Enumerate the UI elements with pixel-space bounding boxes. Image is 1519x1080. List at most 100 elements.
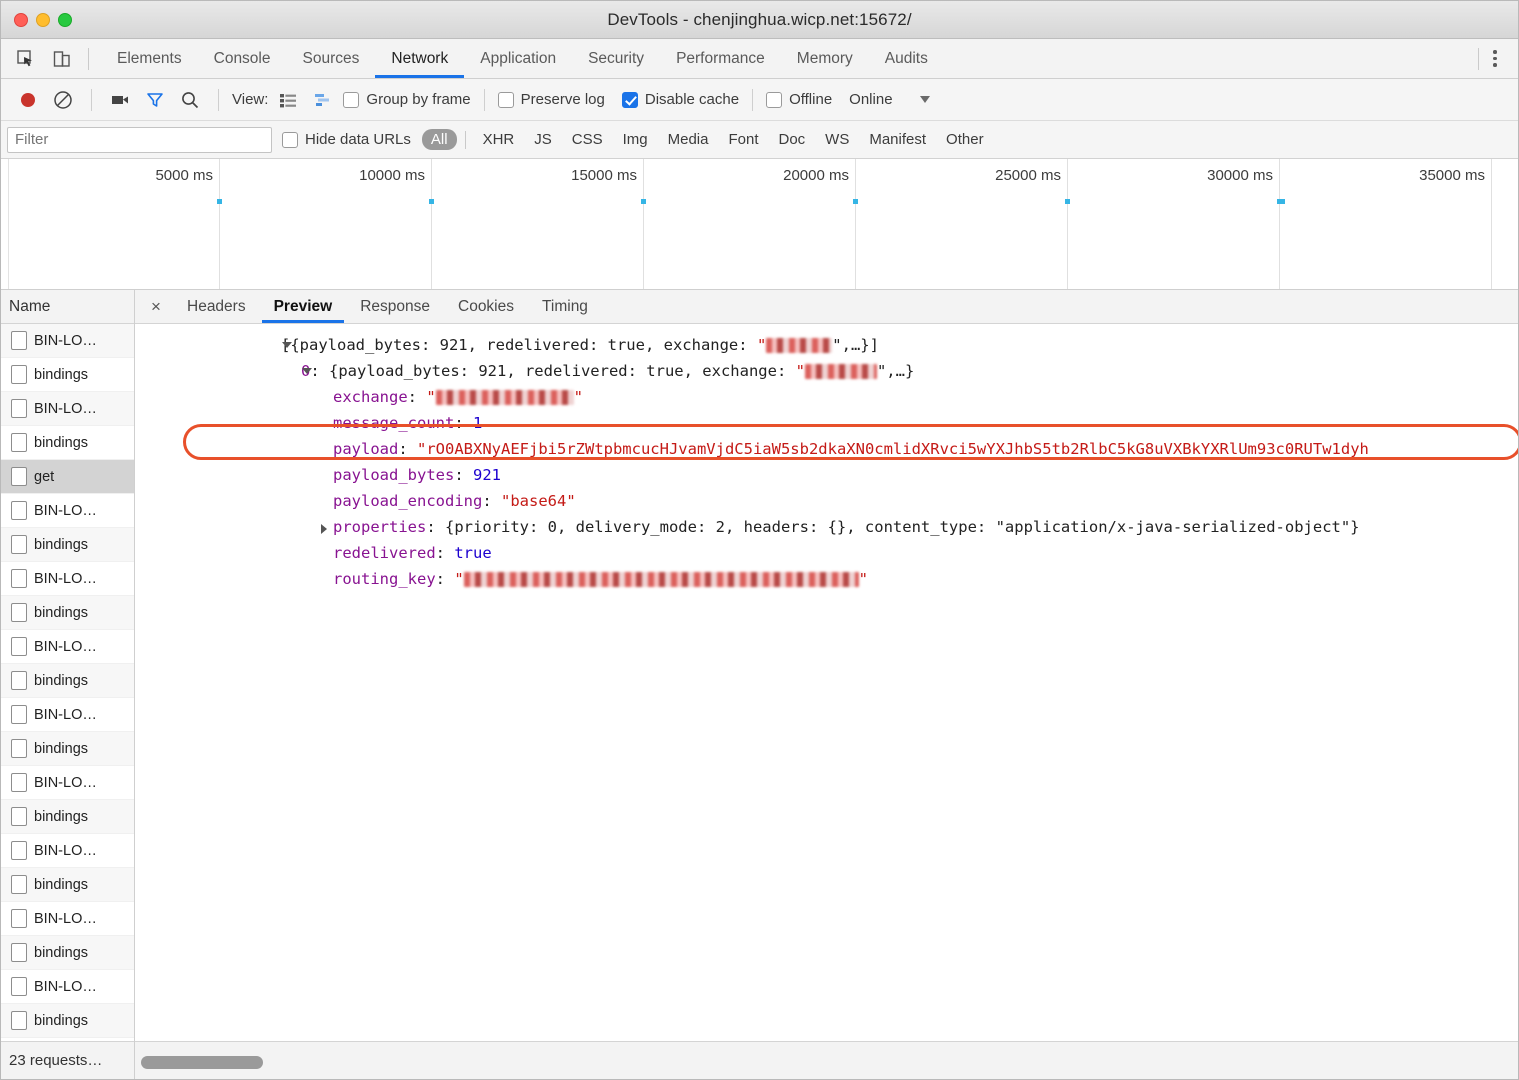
row-checkbox[interactable] bbox=[11, 399, 27, 418]
tab-headers[interactable]: Headers bbox=[173, 290, 260, 323]
json-field-routing-key[interactable]: routing_key: " " bbox=[135, 566, 1518, 592]
type-filter-media[interactable]: Media bbox=[659, 129, 718, 150]
device-toolbar-icon[interactable] bbox=[49, 46, 75, 72]
type-filter-all[interactable]: All bbox=[421, 129, 457, 150]
type-filter-manifest[interactable]: Manifest bbox=[860, 129, 935, 150]
json-root-line[interactable]: [{payload_bytes: 921, redelivered: true,… bbox=[135, 332, 1518, 358]
close-icon[interactable]: × bbox=[139, 290, 173, 323]
record-icon[interactable] bbox=[13, 86, 43, 114]
throttling-value[interactable]: Online bbox=[849, 91, 892, 108]
row-checkbox[interactable] bbox=[11, 977, 27, 996]
group-by-frame-checkbox[interactable]: Group by frame bbox=[343, 91, 471, 108]
json-field-payload[interactable]: payload: "rO0ABXNyAEFjbi5rZWtpbmcucHJvam… bbox=[135, 436, 1518, 462]
row-checkbox[interactable] bbox=[11, 569, 27, 588]
json-field-payload-bytes[interactable]: payload_bytes: 921 bbox=[135, 462, 1518, 488]
kebab-menu-icon[interactable] bbox=[1482, 46, 1508, 72]
list-item[interactable]: BIN-LO… bbox=[1, 562, 134, 596]
tab-application[interactable]: Application bbox=[464, 39, 572, 78]
list-item[interactable]: BIN-LO… bbox=[1, 324, 134, 358]
row-checkbox[interactable] bbox=[11, 943, 27, 962]
checkbox-box[interactable] bbox=[282, 131, 298, 148]
camera-icon[interactable] bbox=[105, 86, 135, 114]
tab-memory[interactable]: Memory bbox=[781, 39, 869, 78]
search-input[interactable] bbox=[7, 126, 272, 153]
horizontal-scrollbar[interactable] bbox=[141, 1056, 263, 1069]
hide-data-urls-checkbox[interactable]: Hide data URLs bbox=[282, 131, 411, 148]
tab-network[interactable]: Network bbox=[375, 39, 465, 78]
list-item[interactable]: bindings bbox=[1, 358, 134, 392]
tab-cookies[interactable]: Cookies bbox=[444, 290, 528, 323]
tab-elements[interactable]: Elements bbox=[101, 39, 198, 78]
row-checkbox[interactable] bbox=[11, 467, 27, 486]
json-child-line[interactable]: 0: {payload_bytes: 921, redelivered: tru… bbox=[135, 358, 1518, 384]
json-field-message-count[interactable]: message_count: 1 bbox=[135, 410, 1518, 436]
json-field-payload-encoding[interactable]: payload_encoding: "base64" bbox=[135, 488, 1518, 514]
requests-list[interactable]: BIN-LO… bindings BIN-LO… bindings get BI… bbox=[1, 324, 134, 1041]
list-item[interactable]: bindings bbox=[1, 426, 134, 460]
list-item[interactable]: BIN-LO… bbox=[1, 834, 134, 868]
list-item[interactable]: BIN-LO… bbox=[1, 902, 134, 936]
chevron-right-icon[interactable] bbox=[321, 524, 327, 534]
json-field-redelivered[interactable]: redelivered: true bbox=[135, 540, 1518, 566]
row-checkbox[interactable] bbox=[11, 1011, 27, 1030]
column-header-name[interactable]: Name bbox=[1, 290, 134, 324]
json-preview-tree[interactable]: [{payload_bytes: 921, redelivered: true,… bbox=[135, 324, 1518, 1041]
row-checkbox[interactable] bbox=[11, 433, 27, 452]
list-item[interactable]: bindings bbox=[1, 596, 134, 630]
row-checkbox[interactable] bbox=[11, 603, 27, 622]
row-checkbox[interactable] bbox=[11, 637, 27, 656]
search-icon[interactable] bbox=[175, 86, 205, 114]
checkbox-box[interactable] bbox=[621, 91, 638, 108]
row-checkbox[interactable] bbox=[11, 671, 27, 690]
row-checkbox[interactable] bbox=[11, 875, 27, 894]
type-filter-img[interactable]: Img bbox=[614, 129, 657, 150]
waterfall-view-icon[interactable] bbox=[308, 86, 338, 114]
overview-timeline[interactable]: 5000 ms 10000 ms 15000 ms 20000 ms 25000… bbox=[9, 159, 1518, 289]
chevron-down-icon[interactable] bbox=[282, 342, 292, 348]
list-item[interactable]: bindings bbox=[1, 800, 134, 834]
type-filter-xhr[interactable]: XHR bbox=[474, 129, 524, 150]
chevron-down-icon[interactable] bbox=[302, 368, 312, 374]
list-item[interactable]: BIN-LO… bbox=[1, 766, 134, 800]
type-filter-js[interactable]: JS bbox=[525, 129, 561, 150]
disable-cache-checkbox[interactable]: Disable cache bbox=[621, 91, 739, 108]
type-filter-ws[interactable]: WS bbox=[816, 129, 858, 150]
tab-console[interactable]: Console bbox=[198, 39, 287, 78]
row-checkbox[interactable] bbox=[11, 841, 27, 860]
row-checkbox[interactable] bbox=[11, 705, 27, 724]
preserve-log-checkbox[interactable]: Preserve log bbox=[497, 91, 605, 108]
list-item[interactable]: bindings bbox=[1, 1004, 134, 1038]
row-checkbox[interactable] bbox=[11, 909, 27, 928]
list-view-icon[interactable] bbox=[273, 86, 303, 114]
list-item[interactable]: bindings bbox=[1, 936, 134, 970]
list-item-get[interactable]: get bbox=[1, 460, 134, 494]
network-overview[interactable]: 5000 ms 10000 ms 15000 ms 20000 ms 25000… bbox=[1, 159, 1518, 290]
list-item[interactable]: BIN-LO… bbox=[1, 392, 134, 426]
type-filter-doc[interactable]: Doc bbox=[769, 129, 814, 150]
tab-performance[interactable]: Performance bbox=[660, 39, 781, 78]
row-checkbox[interactable] bbox=[11, 535, 27, 554]
row-checkbox[interactable] bbox=[11, 807, 27, 826]
list-item[interactable]: bindings bbox=[1, 868, 134, 902]
clear-icon[interactable] bbox=[48, 86, 78, 114]
type-filter-css[interactable]: CSS bbox=[563, 129, 612, 150]
list-item[interactable]: BIN-LO… bbox=[1, 970, 134, 1004]
tab-audits[interactable]: Audits bbox=[869, 39, 944, 78]
checkbox-box[interactable] bbox=[497, 91, 514, 108]
tab-timing[interactable]: Timing bbox=[528, 290, 602, 323]
list-item[interactable]: bindings bbox=[1, 732, 134, 766]
row-checkbox[interactable] bbox=[11, 365, 27, 384]
offline-checkbox[interactable]: Offline bbox=[766, 91, 832, 108]
list-item[interactable]: BIN-LO… bbox=[1, 630, 134, 664]
json-field-properties[interactable]: properties: {priority: 0, delivery_mode:… bbox=[135, 514, 1518, 540]
type-filter-font[interactable]: Font bbox=[719, 129, 767, 150]
tab-sources[interactable]: Sources bbox=[287, 39, 376, 78]
row-checkbox[interactable] bbox=[11, 739, 27, 758]
json-field-exchange[interactable]: exchange: " " bbox=[135, 384, 1518, 410]
row-checkbox[interactable] bbox=[11, 773, 27, 792]
type-filter-other[interactable]: Other bbox=[937, 129, 993, 150]
list-item[interactable]: bindings bbox=[1, 664, 134, 698]
filter-icon[interactable] bbox=[140, 86, 170, 114]
checkbox-box[interactable] bbox=[766, 91, 783, 108]
tab-security[interactable]: Security bbox=[572, 39, 660, 78]
